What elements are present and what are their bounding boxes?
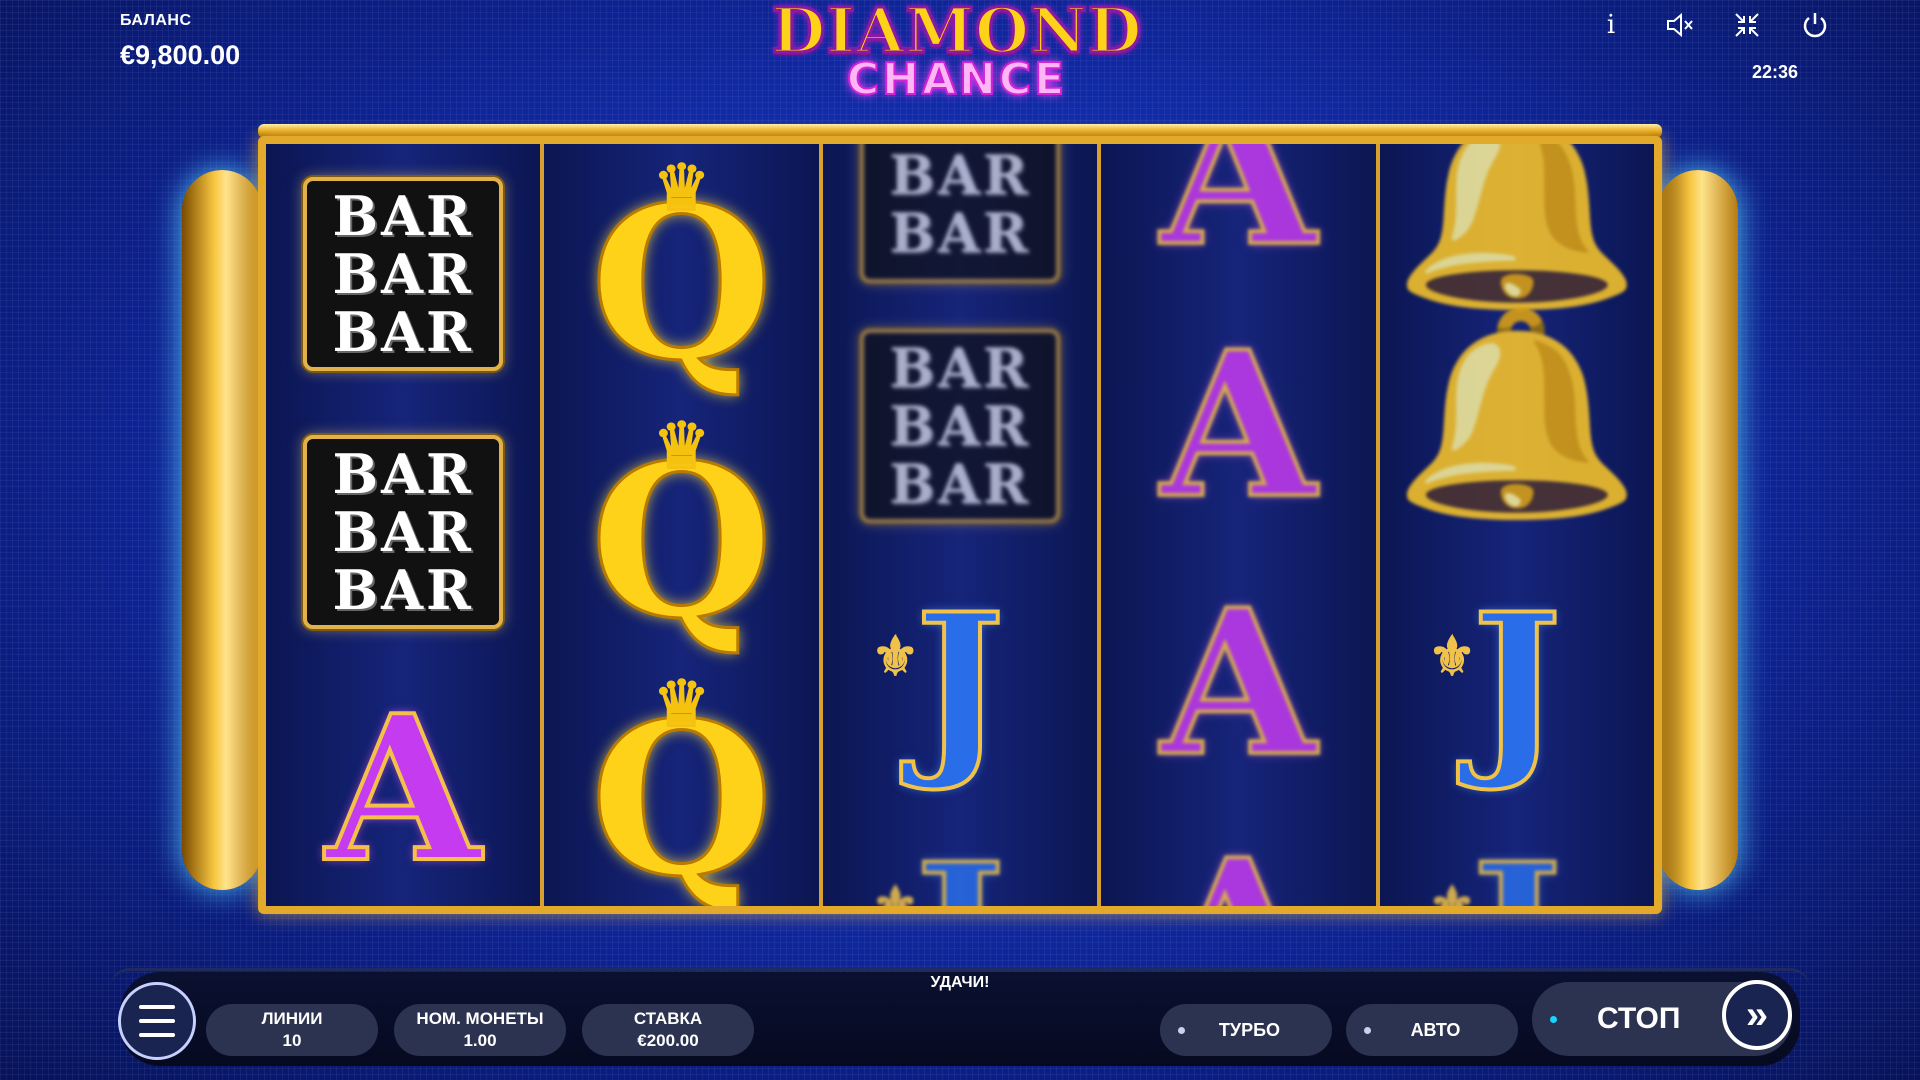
- logo-line-1: DIAMOND: [770, 0, 1143, 67]
- hamburger-icon: [139, 1000, 175, 1042]
- clock: 22:36: [1751, 62, 1798, 82]
- balance-value: €9,800.00: [120, 40, 241, 70]
- reel-5: 🔔 🔔 ⚜J ⚜J: [1379, 144, 1654, 907]
- power-icon[interactable]: [1800, 10, 1830, 40]
- fleur-de-lis-icon: ⚜: [1427, 874, 1477, 906]
- jack-symbol: ⚜J: [1417, 834, 1617, 907]
- stop-indicator: [1550, 1015, 1557, 1023]
- turbo-toggle[interactable]: ТУРБО: [1160, 1004, 1332, 1056]
- ace-symbol: A: [324, 672, 483, 906]
- top-icons: i: [1596, 10, 1830, 40]
- fleur-de-lis-icon: ⚜: [871, 624, 920, 688]
- reel-3: BARBAR BARBARBAR ⚜J ⚜J: [822, 144, 1102, 907]
- game-logo: DIAMOND CHANCE: [762, 0, 1152, 103]
- balance-panel: БАЛАНС €9,800.00: [120, 12, 240, 71]
- ace-symbol: A: [1138, 832, 1338, 907]
- queen-symbol: ♛ Q: [589, 409, 775, 665]
- auto-label: АВТО: [1410, 1019, 1461, 1040]
- bet-value: €200.00: [637, 1031, 699, 1050]
- bell-icon: 🔔: [1392, 302, 1642, 525]
- bell-icon: 🔔: [1392, 144, 1642, 315]
- bell-symbol: 🔔: [1392, 144, 1641, 304]
- jack-symbol: ⚜J: [871, 572, 1007, 795]
- crown-icon: ♛: [652, 151, 711, 226]
- reel-1: BAR BAR BAR BAR BAR BAR A: [266, 144, 545, 906]
- jack-symbol: ⚜J: [860, 834, 1060, 907]
- fleur-de-lis-icon: ⚜: [871, 874, 920, 906]
- fast-forward-button[interactable]: »: [1722, 980, 1792, 1050]
- balance-label: БАЛАНС: [120, 12, 192, 29]
- lines-value: 10: [282, 1031, 302, 1050]
- crown-icon: ♛: [652, 667, 711, 742]
- exit-fullscreen-icon[interactable]: [1732, 10, 1762, 40]
- info-icon[interactable]: i: [1596, 10, 1626, 40]
- lines-label: ЛИНИИ: [261, 1009, 323, 1028]
- machine-right-roller: [1658, 170, 1738, 890]
- reel-2: ♛ Q ♛ Q ♛ Q: [544, 144, 823, 907]
- reel-4: A A A A: [1101, 144, 1380, 907]
- crown-icon: ♛: [652, 409, 711, 484]
- coin-value: 1.00: [463, 1031, 497, 1050]
- menu-button[interactable]: [118, 982, 196, 1060]
- bar-symbol: BAR BAR BAR: [303, 432, 504, 632]
- bet-label: СТАВКА: [633, 1009, 703, 1028]
- fleur-de-lis-icon: ⚜: [1427, 624, 1477, 688]
- queen-symbol: ♛ Q: [589, 667, 775, 907]
- queen-symbol: ♛ Q: [589, 151, 775, 407]
- ace-symbol: A: [1159, 308, 1318, 543]
- ace-symbol: A: [1159, 566, 1318, 801]
- stop-label: СТОП: [1597, 1002, 1681, 1035]
- coin-label: НОМ. МОНЕТЫ: [416, 1009, 544, 1028]
- sound-muted-icon[interactable]: [1664, 10, 1694, 40]
- toggle-indicator: [1364, 1026, 1371, 1034]
- coin-value-button[interactable]: НОМ. МОНЕТЫ 1.00: [394, 1004, 566, 1056]
- reels-area: BAR BAR BAR BAR BAR BAR A ♛ Q ♛ Q ♛ Q BAR BAR BA…: [258, 136, 1662, 914]
- bar-symbol: BAR BAR BAR: [303, 174, 504, 374]
- auto-toggle[interactable]: АВТО: [1346, 1004, 1518, 1056]
- bet-button[interactable]: СТАВКА €200.00: [582, 1004, 754, 1056]
- bell-symbol: 🔔: [1392, 314, 1641, 514]
- toggle-indicator: [1178, 1026, 1185, 1034]
- bar-symbol: BAR BAR BAR: [860, 326, 1061, 526]
- lines-button[interactable]: ЛИНИИ 10: [206, 1004, 378, 1056]
- machine-left-roller: [182, 170, 262, 890]
- jack-symbol: ⚜J: [1427, 572, 1564, 795]
- double-chevron-icon: »: [1745, 992, 1769, 1037]
- turbo-label: ТУРБО: [1218, 1019, 1281, 1040]
- bar-symbol: BAR BAR: [860, 144, 1061, 304]
- ace-symbol: A: [1159, 144, 1318, 291]
